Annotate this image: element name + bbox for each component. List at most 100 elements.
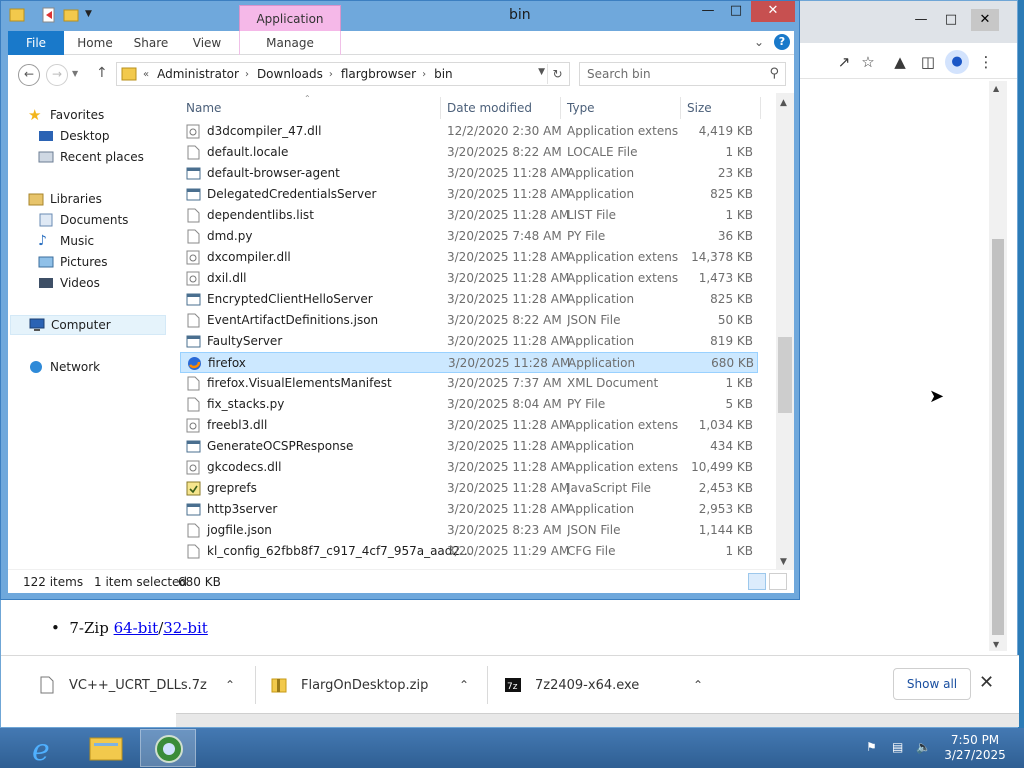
nav-desktop[interactable]: Desktop — [38, 126, 110, 146]
search-input[interactable]: Search bin ⚲ — [579, 62, 786, 86]
nav-documents[interactable]: Documents — [38, 210, 128, 230]
refresh-icon[interactable]: ↻ — [547, 64, 567, 84]
expand-ribbon-chevron-icon[interactable]: ⌄ — [754, 35, 764, 49]
chevron-up-icon[interactable]: ⌃ — [225, 678, 235, 692]
breadcrumb-chevron-icon[interactable]: › — [245, 69, 249, 80]
table-row[interactable]: FaultyServer 3/20/2025 11:28 AM Applicatio… — [180, 331, 758, 352]
table-row[interactable]: d3dcompiler_47.dll 12/2/2020 2:30 AM Appli… — [180, 121, 758, 142]
column-divider[interactable] — [440, 97, 441, 119]
scroll-down-arrow-icon[interactable]: ▼ — [993, 640, 999, 649]
tab-view[interactable]: View — [184, 31, 230, 55]
table-row[interactable]: default-browser-agent 3/20/2025 11:28 AM A… — [180, 163, 758, 184]
minimize-button[interactable]: — — [695, 1, 721, 22]
table-row[interactable]: dxil.dll 3/20/2025 11:28 AM Application ex… — [180, 268, 758, 289]
browser-scrollbar[interactable]: ▲ ▼ — [989, 81, 1007, 651]
table-row[interactable]: default.locale 3/20/2025 8:22 AM LOCALE Fi… — [180, 142, 758, 163]
address-dropdown-icon[interactable]: ▼ — [538, 67, 545, 77]
breadcrumb-downloads[interactable]: Downloads — [257, 67, 323, 81]
taskbar-browser[interactable] — [140, 729, 196, 767]
profile-avatar[interactable]: ● — [945, 50, 969, 74]
table-row[interactable]: gkcodecs.dll 3/20/2025 11:28 AM Applicatio… — [180, 457, 758, 478]
taskbar-file-explorer[interactable] — [78, 729, 134, 767]
download-item-flargondesktop[interactable]: FlargOnDesktop.zip ⌃ — [271, 664, 477, 706]
network-tray-icon[interactable]: ▤ — [892, 740, 903, 754]
extension-flask-icon[interactable]: ▲ — [889, 51, 911, 73]
table-row[interactable]: http3server 3/20/2025 11:28 AM Application… — [180, 499, 758, 520]
tab-home[interactable]: Home — [72, 31, 118, 55]
tab-file[interactable]: File — [8, 31, 64, 55]
share-icon[interactable]: ↗ — [833, 51, 855, 73]
menu-kebab-icon[interactable]: ⋮ — [975, 51, 997, 73]
breadcrumb-flargbrowser[interactable]: flargbrowser — [341, 67, 416, 81]
scroll-down-arrow-icon[interactable]: ▼ — [780, 557, 787, 567]
table-row[interactable]: firefox.VisualElementsManifest 3/20/2025 … — [180, 373, 758, 394]
scroll-up-arrow-icon[interactable]: ▲ — [993, 84, 999, 93]
column-divider[interactable] — [760, 97, 761, 119]
table-row[interactable]: greprefs 3/20/2025 11:28 AM JavaScript Fil… — [180, 478, 758, 499]
nav-favorites[interactable]: ★ Favorites — [28, 105, 104, 125]
table-row[interactable]: dmd.py 3/20/2025 7:48 AM PY File 36 KB — [180, 226, 758, 247]
breadcrumb-chevron-icon[interactable]: › — [422, 69, 426, 80]
table-row-selected[interactable]: firefox 3/20/2025 11:28 AM Application 680 … — [180, 352, 758, 373]
scroll-up-arrow-icon[interactable]: ▲ — [780, 98, 787, 108]
side-panel-icon[interactable]: ◫ — [917, 51, 939, 73]
table-row[interactable]: EncryptedClientHelloServer 3/20/2025 11:2… — [180, 289, 758, 310]
table-row[interactable]: jogfile.json 3/20/2025 8:23 AM JSON File 1,… — [180, 520, 758, 541]
system-clock[interactable]: 7:50 PM 3/27/2025 — [944, 733, 1006, 763]
breadcrumb-administrator[interactable]: Administrator — [157, 67, 239, 81]
properties-icon[interactable] — [41, 7, 57, 23]
browser-close-button[interactable]: ✕ — [971, 9, 999, 31]
back-button[interactable]: ← — [18, 64, 40, 86]
tab-manage[interactable]: Manage — [239, 31, 341, 55]
download-item-vc-ucrt[interactable]: VC++_UCRT_DLLs.7z ⌃ — [39, 664, 245, 706]
link-32-bit[interactable]: 32-bit — [163, 619, 208, 637]
browser-maximize-button[interactable]: □ — [937, 9, 965, 31]
breadcrumb-bin[interactable]: bin — [434, 67, 453, 81]
show-all-downloads-button[interactable]: Show all — [893, 668, 971, 700]
browser-scroll-thumb[interactable] — [992, 239, 1004, 635]
column-header-name[interactable]: Name — [186, 97, 221, 119]
bookmark-star-icon[interactable]: ☆ — [857, 51, 879, 73]
table-row[interactable]: GenerateOCSPResponse 3/20/2025 11:28 AM Ap… — [180, 436, 758, 457]
table-row[interactable]: DelegatedCredentialsServer 3/20/2025 11:2… — [180, 184, 758, 205]
browser-minimize-button[interactable]: — — [907, 9, 935, 31]
up-button[interactable]: ↑ — [96, 65, 108, 81]
column-header-size[interactable]: Size — [687, 97, 712, 119]
column-divider[interactable] — [680, 97, 681, 119]
nav-libraries[interactable]: Libraries — [28, 189, 102, 209]
maximize-button[interactable]: □ — [723, 1, 749, 22]
nav-recent-places[interactable]: Recent places — [38, 147, 144, 167]
download-item-7z-installer[interactable]: 7z 7z2409-x64.exe ⌃ — [505, 664, 711, 706]
column-divider[interactable] — [560, 97, 561, 119]
breadcrumb-chevron-icon[interactable]: › — [329, 69, 333, 80]
close-download-bar-icon[interactable]: ✕ — [979, 672, 994, 693]
file-list-scrollbar[interactable]: ▲ ▼ — [776, 93, 794, 569]
taskbar-internet-explorer[interactable]: e — [18, 729, 74, 768]
table-row[interactable]: EventArtifactDefinitions.json 3/20/2025 8… — [180, 310, 758, 331]
table-row[interactable]: dxcompiler.dll 3/20/2025 11:28 AM Applicat… — [180, 247, 758, 268]
new-folder-icon[interactable] — [63, 7, 79, 23]
table-row[interactable]: freebl3.dll 3/20/2025 11:28 AM Application… — [180, 415, 758, 436]
table-row[interactable]: kl_config_62fbb8f7_c917_4cf7_957a_aad2..… — [180, 541, 758, 562]
recent-locations-dropdown-icon[interactable]: ▼ — [72, 69, 78, 78]
details-view-icon[interactable] — [748, 573, 766, 590]
nav-music[interactable]: ♪ Music — [38, 231, 94, 251]
close-button[interactable]: ✕ — [751, 1, 795, 22]
nav-pictures[interactable]: Pictures — [38, 252, 108, 272]
chevron-up-icon[interactable]: ⌃ — [459, 678, 469, 692]
nav-computer[interactable]: Computer — [10, 315, 166, 335]
explorer-titlebar[interactable]: ▼ Application Tools bin — □ ✕ — [1, 1, 799, 52]
address-bar[interactable]: « Administrator › Downloads › flargbrowser… — [116, 62, 570, 86]
action-center-flag-icon[interactable]: ⚑ — [866, 740, 877, 754]
forward-button[interactable]: → — [46, 64, 68, 86]
column-header-date-modified[interactable]: Date modified — [447, 97, 532, 119]
scroll-thumb[interactable] — [778, 337, 792, 413]
chevron-up-icon[interactable]: ⌃ — [693, 678, 703, 692]
help-icon[interactable]: ? — [774, 34, 790, 50]
nav-videos[interactable]: Videos — [38, 273, 100, 293]
quick-access-dropdown-icon[interactable]: ▼ — [85, 9, 92, 19]
link-64-bit[interactable]: 64-bit — [114, 619, 159, 637]
volume-muted-icon[interactable]: 🔈 — [916, 740, 931, 754]
table-row[interactable]: dependentlibs.list 3/20/2025 11:28 AM LIST… — [180, 205, 758, 226]
path-overflow[interactable]: « — [143, 69, 149, 80]
